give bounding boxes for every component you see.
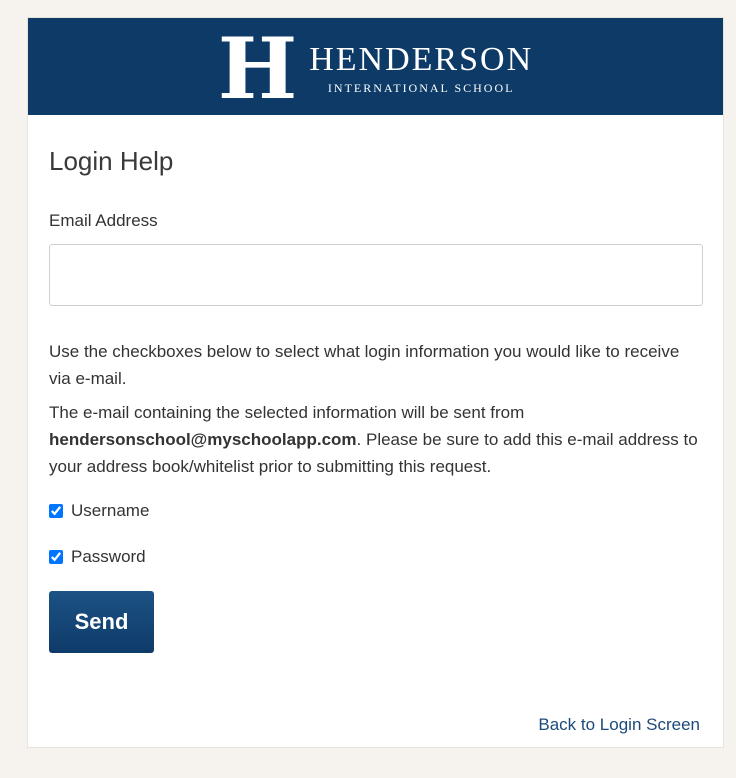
password-option[interactable]: Password: [49, 547, 702, 567]
notice-email: hendersonschool@myschoolapp.com: [49, 430, 357, 449]
instructions-text: Use the checkboxes below to select what …: [49, 342, 680, 388]
page-title: Login Help: [49, 146, 174, 176]
username-label: Username: [71, 501, 150, 520]
username-option[interactable]: Username: [49, 501, 702, 521]
send-button[interactable]: Send: [49, 591, 154, 653]
school-name: HENDERSON: [309, 41, 534, 78]
school-logo-mark: H: [217, 18, 297, 118]
school-subtitle: INTERNATIONAL SCHOOL: [327, 81, 515, 95]
email-label: Email Address: [49, 211, 158, 230]
email-field[interactable]: [49, 244, 703, 306]
password-label: Password: [71, 547, 146, 566]
password-checkbox[interactable]: [49, 550, 63, 564]
login-help-card: H HENDERSON INTERNATIONAL SCHOOL Login H…: [27, 17, 724, 748]
form-content: Login Help Email Address Use the checkbo…: [28, 148, 723, 653]
notice-text: The e-mail containing the selected infor…: [49, 399, 699, 480]
username-checkbox[interactable]: [49, 504, 63, 518]
notice-prefix: The e-mail containing the selected infor…: [49, 403, 525, 422]
header-banner: H HENDERSON INTERNATIONAL SCHOOL: [28, 18, 723, 115]
back-to-login-link[interactable]: Back to Login Screen: [538, 715, 700, 735]
school-logo-text: HENDERSON INTERNATIONAL SCHOOL: [309, 43, 533, 96]
